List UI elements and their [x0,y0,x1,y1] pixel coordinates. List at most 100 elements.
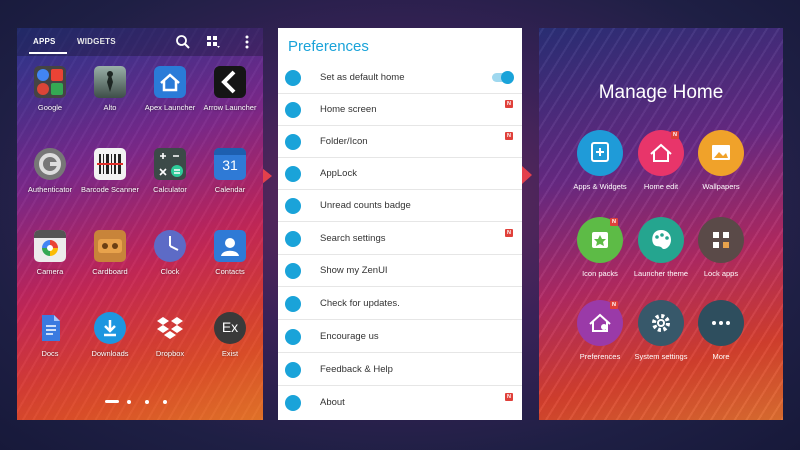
search-icon[interactable] [175,34,191,50]
page-title: Manage Home [598,82,724,103]
preferences-screen: Preferences Set as default home Home scr… [278,28,522,420]
pref-label: Search settings [320,233,386,244]
view-toggle-icon[interactable] [205,34,221,50]
page-dot[interactable] [145,400,149,404]
thumbs-up-icon [285,329,301,345]
alto-icon [94,66,126,98]
arrow-launcher-icon [214,66,246,98]
wallpapers-icon [698,130,744,176]
exist-icon: Ex [214,312,246,344]
app-calendar[interactable]: 31 Calendar [199,142,261,212]
manage-preferences[interactable]: N Preferences [565,300,635,386]
camera-icon [34,230,66,262]
pref-label: Set as default home [320,72,405,83]
zenui-icon [285,263,301,279]
manage-home-screen: Manage Home Apps & Widgets N Home edit W… [539,28,783,420]
app-dropbox[interactable]: Dropbox [139,306,201,376]
docs-icon [34,312,66,344]
dropbox-icon [154,312,186,344]
pref-label: Check for updates. [320,298,400,309]
app-calculator[interactable]: Calculator [139,142,201,212]
exist-glyph: Ex [221,319,239,335]
pref-label: AppLock [320,168,357,179]
pref-encourage-us[interactable]: Encourage us [278,321,522,353]
pref-label: Unread counts badge [320,200,411,211]
applock-icon [285,166,301,182]
page-dot[interactable] [163,400,167,404]
app-exist[interactable]: Ex Exist [199,306,261,376]
lock-apps-icon [698,217,744,263]
home-icon [285,70,301,86]
new-badge: N [671,131,679,139]
contacts-icon [214,230,246,262]
app-cardboard[interactable]: Cardboard [79,224,141,294]
manage-apps-widgets[interactable]: Apps & Widgets [565,130,635,216]
clock-icon [154,230,186,262]
app-docs[interactable]: Docs [19,306,81,376]
cardboard-icon [94,230,126,262]
palette-icon [638,217,684,263]
app-apex-launcher[interactable]: Apex Launcher [139,60,201,130]
app-google[interactable]: Google [19,60,81,130]
manage-label: Wallpapers [702,182,740,191]
calendar-icon: 31 [214,148,246,180]
app-camera[interactable]: Camera [19,224,81,294]
page-indicator-active [105,400,119,403]
pref-set-default-home[interactable]: Set as default home [278,62,522,94]
pref-home-screen[interactable]: Home screen N [278,94,522,126]
new-badge: N [505,229,513,237]
app-authenticator[interactable]: Authenticator [19,142,81,212]
pref-search-settings[interactable]: Search settings N [278,223,522,255]
app-arrow-launcher[interactable]: Arrow Launcher [199,60,261,130]
feedback-icon [285,362,301,378]
apps-widgets-icon [577,130,623,176]
pref-applock[interactable]: AppLock [278,158,522,190]
new-badge: N [505,132,513,140]
manage-lock-apps[interactable]: Lock apps [686,217,756,303]
google-folder-icon [34,66,66,98]
manage-wallpapers[interactable]: Wallpapers [686,130,756,216]
pref-feedback-help[interactable]: Feedback & Help [278,354,522,386]
more-dots-icon [698,300,744,346]
page-dot[interactable] [127,400,131,404]
new-badge: N [505,100,513,108]
pref-unread-counts-badge[interactable]: Unread counts badge [278,190,522,222]
default-home-toggle[interactable] [492,71,514,84]
app-contacts[interactable]: Contacts [199,224,261,294]
home-screen-icon [285,102,301,118]
app-label: Calendar [214,185,246,194]
update-icon [285,296,301,312]
unread-badge-icon [285,198,301,214]
calendar-day: 31 [222,157,238,173]
gear-icon [638,300,684,346]
page-title: Preferences [288,38,369,55]
app-label: Contacts [215,267,245,276]
downloads-icon [94,312,126,344]
calculator-icon [154,148,186,180]
decor-diamond-right [522,166,532,184]
new-badge: N [610,301,618,309]
decor-diamond-left [262,168,272,184]
authenticator-icon [34,148,66,180]
app-clock[interactable]: Clock [139,224,201,294]
pref-label: Home screen [320,104,377,115]
manage-label: More [712,352,730,361]
app-alto[interactable]: Alto [79,60,141,130]
manage-label: Lock apps [703,269,739,278]
pref-about[interactable]: About N [278,387,522,419]
pref-label: Folder/Icon [320,136,368,147]
apex-launcher-icon [154,66,186,98]
pref-check-updates[interactable]: Check for updates. [278,288,522,320]
tab-apps-indicator [29,52,67,54]
pref-show-my-zenui[interactable]: Show my ZenUI [278,255,522,287]
app-barcode-scanner[interactable]: Barcode Scanner [79,142,141,212]
manage-icon-packs[interactable]: N Icon packs [565,217,635,303]
tab-widgets[interactable]: WIDGETS [77,28,116,56]
more-icon[interactable] [239,34,255,50]
toggle-knob [501,71,514,84]
manage-more[interactable]: More [686,300,756,386]
drawer-topbar: APPS WIDGETS [17,28,263,56]
app-downloads[interactable]: Downloads [79,306,141,376]
app-label: Arrow Launcher [203,103,257,112]
pref-folder-icon[interactable]: Folder/Icon N [278,126,522,158]
